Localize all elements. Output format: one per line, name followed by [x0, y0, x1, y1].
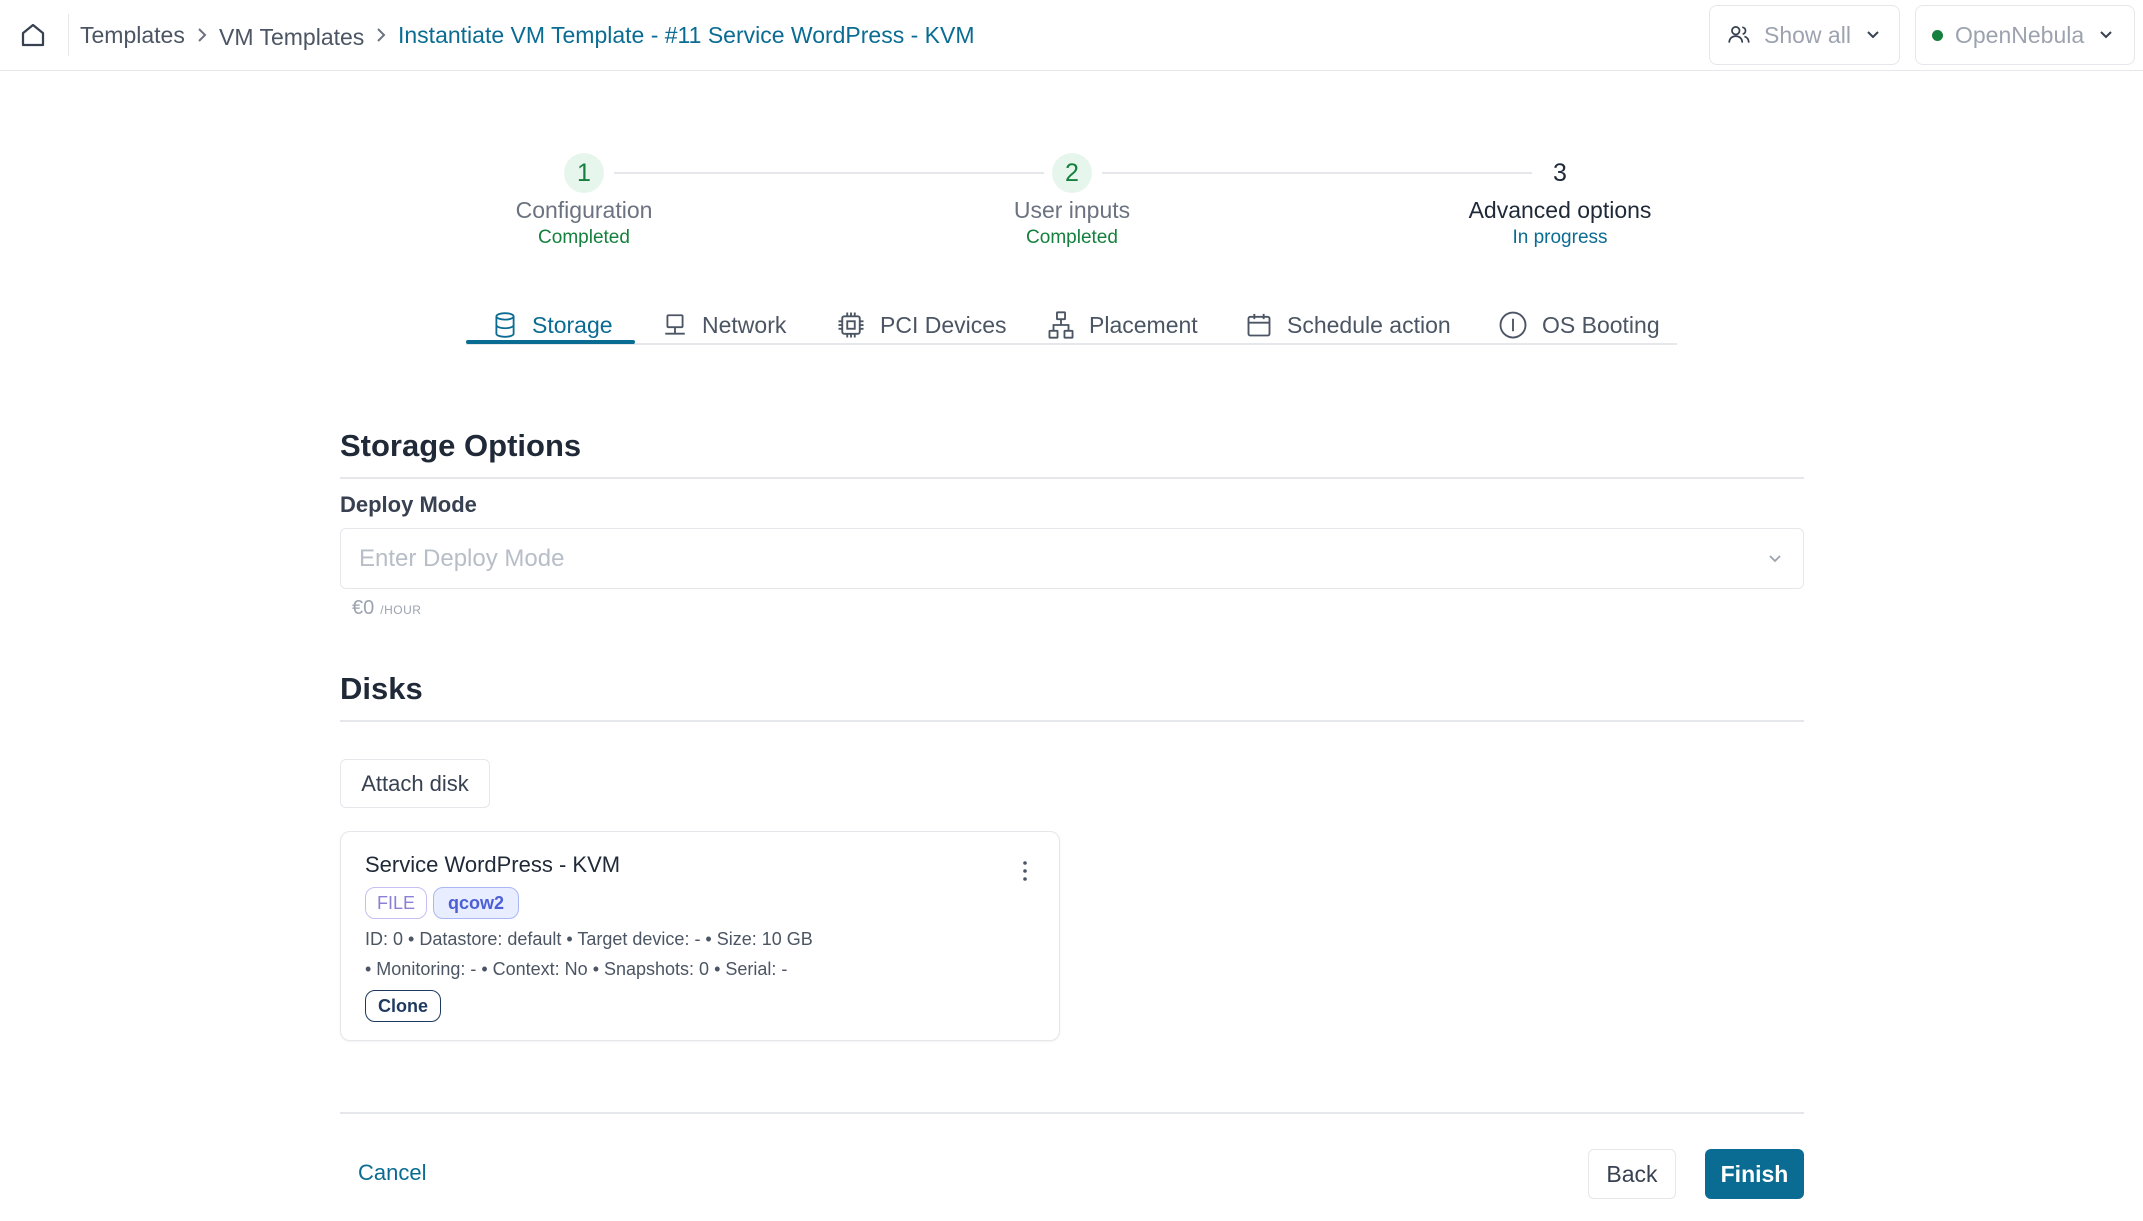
tab-storage[interactable]: Storage	[492, 305, 613, 345]
chevron-down-icon	[2100, 31, 2112, 39]
chip-icon	[838, 312, 864, 338]
breadcrumb-templates[interactable]: Templates	[80, 20, 185, 50]
tab-pci-devices[interactable]: PCI Devices	[836, 305, 1007, 345]
breadcrumb-vm-templates[interactable]: VM Templates	[219, 22, 364, 52]
users-icon	[1728, 26, 1750, 43]
disk-format-tag: qcow2	[433, 887, 519, 919]
zone-status-dot	[1932, 29, 1943, 41]
deploy-mode-placeholder: Enter Deploy Mode	[359, 544, 565, 572]
tab-schedule-action[interactable]: Schedule action	[1245, 305, 1451, 345]
tab-label: PCI Devices	[880, 311, 1007, 338]
chevron-right-icon	[377, 28, 386, 42]
step-3-title: Advanced options	[1468, 197, 1652, 223]
zone-label: OpenNebula	[1955, 21, 2085, 48]
finish-button[interactable]: Finish	[1705, 1149, 1804, 1199]
disk-name: Service WordPress - KVM	[365, 852, 621, 877]
chevron-right-icon	[198, 28, 207, 42]
step-1-number: 1	[564, 153, 604, 193]
deploy-mode-select[interactable]: Enter Deploy Mode	[340, 528, 1804, 589]
back-button[interactable]: Back	[1588, 1149, 1676, 1199]
database-icon	[495, 312, 515, 338]
group-filter-select[interactable]: Show all	[1709, 5, 1900, 65]
disk-card: Service WordPress - KVM FILE qcow2 ID: 0…	[340, 831, 1060, 1041]
calendar-icon	[1247, 313, 1271, 337]
disk-type-tag: FILE	[365, 887, 427, 919]
section-divider	[340, 720, 1804, 722]
tab-placement[interactable]: Placement	[1047, 305, 1198, 345]
step-2-number: 2	[1052, 153, 1092, 193]
price-display: €0/HOUR	[352, 597, 421, 620]
filter-label: Show all	[1764, 21, 1851, 48]
price-value: €0	[352, 597, 375, 619]
home-icon[interactable]	[18, 20, 48, 50]
network-icon	[665, 314, 685, 335]
info-icon	[1499, 311, 1527, 339]
step-2-title: User inputs	[1013, 197, 1131, 223]
stepper-connector	[1102, 172, 1532, 174]
clone-badge: Clone	[365, 990, 441, 1022]
deploy-mode-label: Deploy Mode	[340, 492, 477, 517]
tab-label: Schedule action	[1287, 311, 1451, 338]
section-divider	[340, 477, 1804, 479]
tab-os-booting[interactable]: OS Booting	[1498, 305, 1660, 345]
storage-options-title: Storage Options	[340, 428, 582, 463]
zone-select[interactable]: OpenNebula	[1915, 5, 2135, 65]
tab-label: Storage	[532, 311, 613, 338]
chevron-down-icon	[1867, 31, 1879, 39]
divider	[68, 14, 69, 56]
attach-disk-button[interactable]: Attach disk	[340, 759, 490, 808]
more-options-icon[interactable]	[1017, 858, 1033, 884]
disks-title: Disks	[340, 671, 423, 706]
tab-network[interactable]: Network	[662, 305, 786, 345]
breadcrumb-current: Instantiate VM Template - #11 Service Wo…	[398, 22, 975, 48]
step-2-status: Completed	[1026, 227, 1118, 248]
step-3-status: In progress	[1512, 227, 1608, 248]
tab-label: Placement	[1089, 311, 1198, 338]
footer-divider	[340, 1112, 1804, 1114]
tab-label: OS Booting	[1542, 311, 1660, 338]
step-1-status: Completed	[538, 227, 630, 248]
disk-meta-line: • Monitoring: - • Context: No • Snapshot…	[365, 959, 788, 979]
step-3-number: 3	[1553, 158, 1567, 187]
disk-meta-line: ID: 0 • Datastore: default • Target devi…	[365, 929, 813, 949]
stepper-connector	[614, 172, 1044, 174]
tab-label: Network	[702, 311, 787, 338]
step-1-title: Configuration	[515, 197, 653, 223]
cancel-button[interactable]: Cancel	[358, 1160, 426, 1186]
hierarchy-icon	[1048, 311, 1074, 339]
chevron-down-icon	[1769, 554, 1781, 562]
price-unit: /HOUR	[380, 603, 422, 617]
top-bar: Templates VM Templates Instantiate VM Te…	[0, 0, 2143, 71]
